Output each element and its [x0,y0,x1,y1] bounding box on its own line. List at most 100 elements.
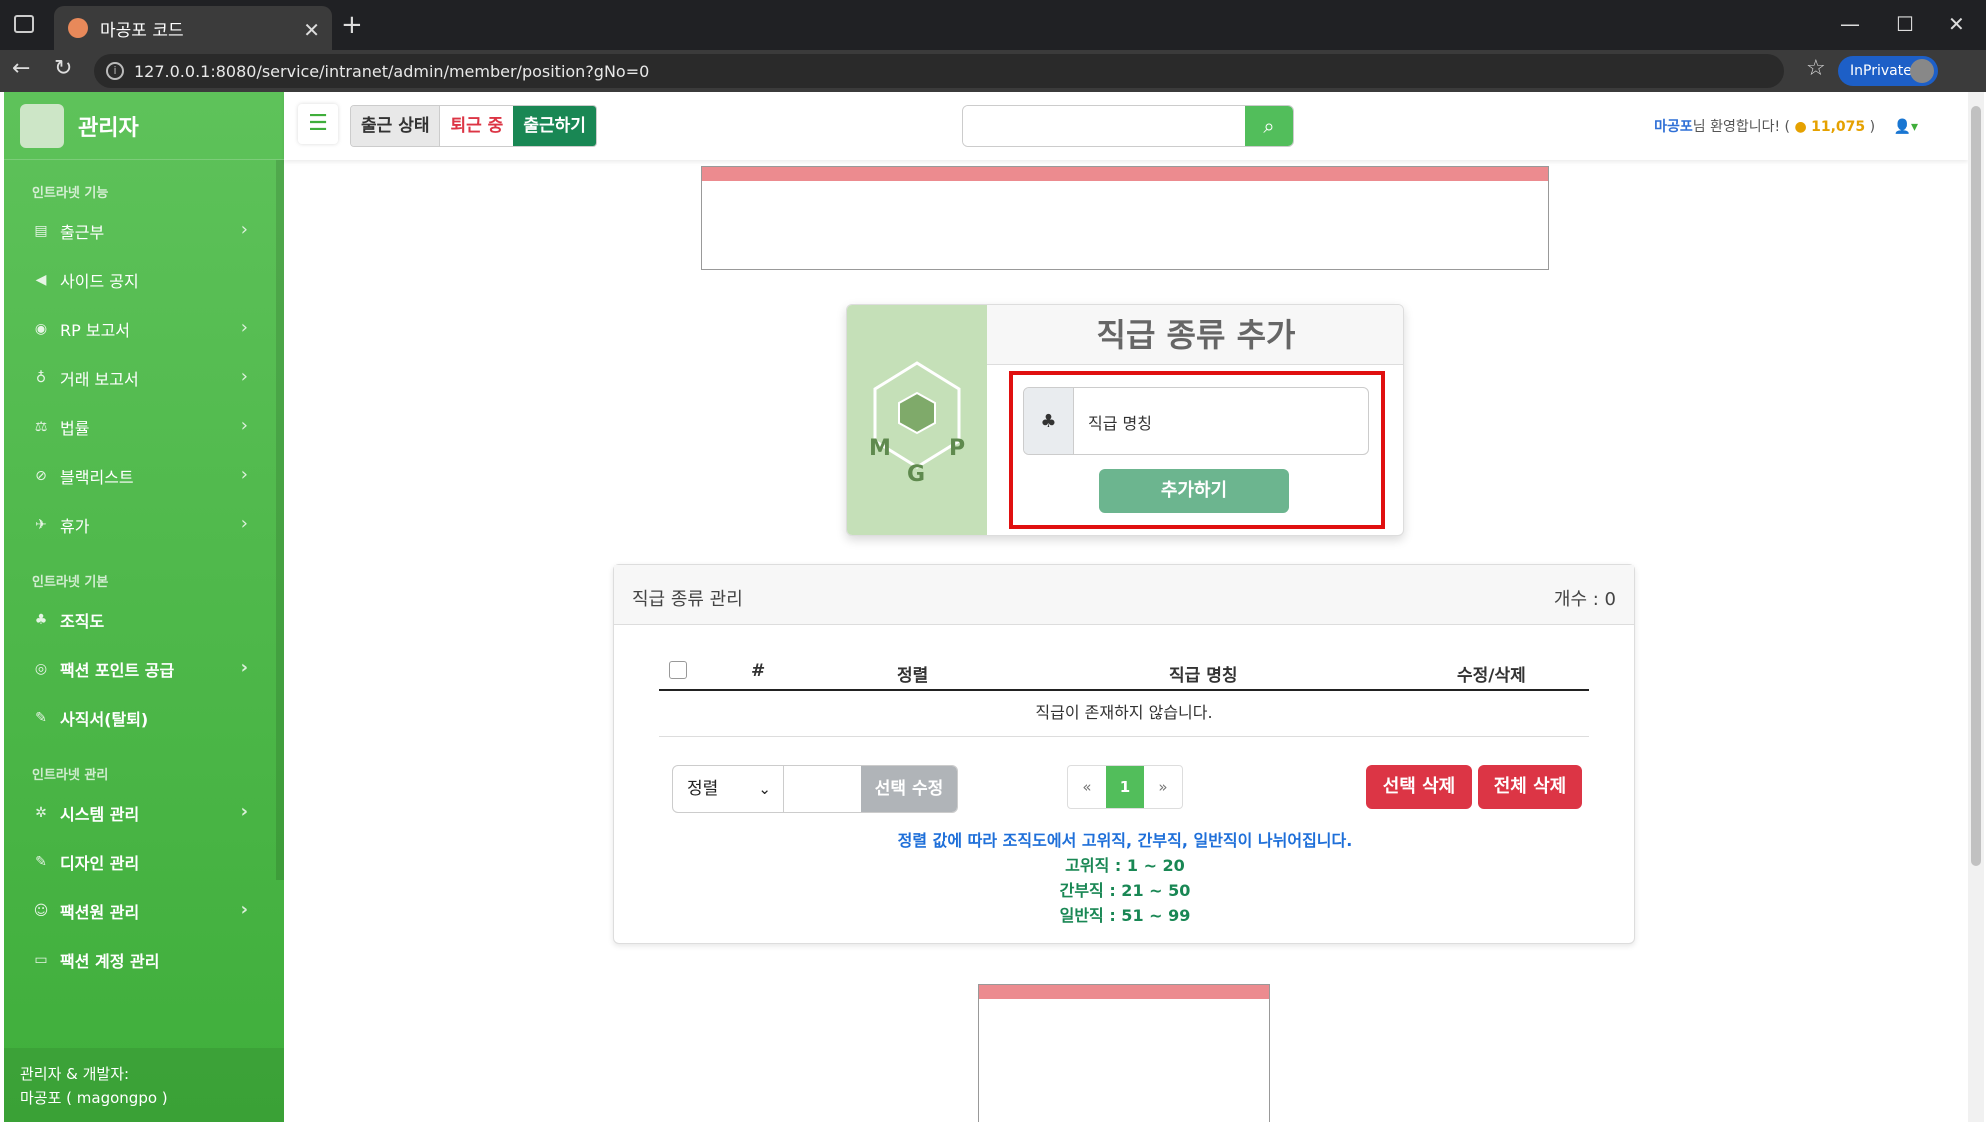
svg-text:G: G [907,462,925,487]
page-next[interactable]: » [1144,766,1182,808]
back-icon[interactable]: ← [12,56,30,81]
sort-value-input[interactable] [783,766,861,812]
select-all-checkbox[interactable] [669,661,687,679]
sidebar-item-items1-0[interactable]: ▤ 출근부 › [4,206,284,255]
sidebar-item-label: 법률 [60,418,90,438]
coins-icon: ◎ [34,660,48,677]
url-field[interactable]: i 127.0.0.1:8080/service/intranet/admin/… [94,54,1784,88]
close-tab-icon[interactable]: ✕ [303,18,320,42]
sidebar-item-items2-1[interactable]: ◎ 팩션 포인트 공급 › [4,644,284,693]
sidebar-item-items3-1[interactable]: ✎ 디자인 관리 [4,837,284,886]
sidebar-item-items1-5[interactable]: ⊘ 블랙리스트 › [4,451,284,500]
favorites-icon[interactable]: ☆ [1806,56,1826,81]
sidebar-item-label: 블랙리스트 [60,467,134,487]
search-box: ⌕ [962,105,1294,147]
page-1[interactable]: 1 [1106,766,1144,808]
chevron-right-icon: › [240,657,248,678]
section-heading-basic: 인트라넷 기본 [32,575,109,590]
url-text: 127.0.0.1:8080/service/intranet/admin/me… [134,61,650,81]
footer-credit-label: 관리자 & 개발자: [20,1065,130,1083]
sidebar-item-items1-1[interactable]: ◀ 사이드 공지 [4,255,284,304]
reload-icon[interactable]: ↻ [54,56,72,81]
search-button[interactable]: ⌕ [1245,106,1293,146]
section-heading-features: 인트라넷 기능 [32,186,109,201]
position-name-field[interactable]: ♣ 직급 명칭 [1023,387,1369,455]
checkin-button[interactable]: 출근하기 [513,106,596,146]
chevron-right-icon: › [240,415,248,436]
edit-selected-button[interactable]: 선택 수정 [861,766,957,812]
top-banner [701,166,1549,270]
sidebar-footer: 관리자 & 개발자: 마공포 ( magongpo ) [4,1048,284,1122]
sidebar-item-label: 팩션원 관리 [60,902,140,922]
sidebar-item-items1-2[interactable]: ◉ RP 보고서 › [4,304,284,353]
sidebar-item-items1-4[interactable]: ⚖ 법률 › [4,402,284,451]
sidebar-item-items1-3[interactable]: ♁ 거래 보고서 › [4,353,284,402]
add-position-card: M G P 직급 종류 추가 ♣ 직급 명칭 추가하기 [846,304,1404,536]
sidebar-brand[interactable]: 관리자 [4,92,284,160]
inprivate-badge[interactable]: InPrivate [1838,56,1938,86]
coins-icon: ● [1794,119,1807,135]
chevron-right-icon: › [240,464,248,485]
sort-note: 정렬 값에 따라 조직도에서 고위직, 간부직, 일반직이 나뉘어집니다. [897,831,1353,850]
close-window-icon[interactable]: ✕ [1948,12,1965,36]
inprivate-label: InPrivate [1850,63,1912,79]
col-edit-delete: 수정/삭제 [1457,666,1526,686]
sidebar-item-items2-0[interactable]: ♣ 조직도 [4,595,284,644]
sitemap-icon: ♣ [34,611,48,628]
sidebar-item-label: 팩션 포인트 공급 [60,660,175,680]
tab-sidebar-icon[interactable] [14,15,34,33]
chevron-down-icon: ⌄ [758,780,771,798]
sidebar-item-items3-3[interactable]: ▭ 팩션 계정 관리 [4,935,284,984]
page-prev[interactable]: « [1068,766,1106,808]
sidebar-item-label: 사이드 공지 [60,271,139,291]
welcome-close: ) [1869,119,1876,135]
site-info-icon[interactable]: i [106,62,124,80]
megaphone-icon: ◀ [35,271,47,288]
add-position-button[interactable]: 추가하기 [1099,469,1289,513]
section-heading-admin: 인트라넷 관리 [32,768,109,783]
id-card-icon: ▭ [34,951,48,968]
search-input[interactable] [963,106,1243,146]
maximize-icon[interactable]: ☐ [1896,12,1914,36]
tab-bar: 마공포 코드 ✕ + — ☐ ✕ [0,0,1986,50]
page-scrollbar[interactable] [1968,92,1984,1122]
attendance-status-value: 퇴근 중 [439,106,514,146]
svg-text:P: P [949,436,965,461]
brush-icon: ✎ [35,853,47,870]
points-value: 11,075 [1811,119,1866,135]
scrollbar-thumb[interactable] [1971,106,1981,866]
user-gear-icon: ☺ [33,902,49,919]
sort-select[interactable]: 정렬 ⌄ [673,766,783,812]
chevron-right-icon: › [240,899,248,920]
browser-tab[interactable]: 마공포 코드 ✕ [54,6,332,50]
sidebar-item-items3-0[interactable]: ✲ 시스템 관리 › [4,788,284,837]
sidebar-item-label: 디자인 관리 [60,853,140,873]
footer-credit-name: 마공포 ( magongpo ) [20,1089,168,1107]
attendance-status-label: 출근 상태 [351,106,440,146]
delete-selected-button[interactable]: 선택 삭제 [1366,765,1472,809]
sidebar-item-label: 거래 보고서 [60,369,139,389]
sidebar-item-items1-6[interactable]: ✈ 휴가 › [4,500,284,549]
col-sort: 정렬 [897,666,929,686]
bottom-banner [978,984,1270,1122]
plane-icon: ✈ [35,516,47,533]
minimize-icon[interactable]: — [1840,12,1860,36]
sidebar-item-items3-2[interactable]: ☺ 팩션원 관리 › [4,886,284,935]
menu-toggle-button[interactable]: ☰ [298,104,338,144]
sort-select-value: 정렬 [687,779,719,799]
page-viewport: 관리자 인트라넷 기능 ▤ 출근부 › ◀ 사이드 공지 ◉ RP 보고서 › ♁ 거래 보고서 ›… [4,92,1984,1122]
card-logo-image: M G P [847,305,987,535]
user-menu-icon[interactable]: 👤▾ [1894,119,1918,135]
address-bar: ← ↻ i 127.0.0.1:8080/service/intranet/ad… [0,50,1986,92]
new-tab-icon[interactable]: + [341,10,363,40]
sidebar-item-items2-2[interactable]: ✎ 사직서(탈퇴) [4,693,284,742]
note-low-rank: 일반직 : 51 ~ 99 [1059,906,1191,925]
sidebar: 관리자 인트라넷 기능 ▤ 출근부 › ◀ 사이드 공지 ◉ RP 보고서 › ♁ 거래 보고서 ›… [4,92,284,1122]
chevron-right-icon: › [240,366,248,387]
add-card-title: 직급 종류 추가 [987,305,1403,365]
positions-table: # 정렬 직급 명칭 수정/삭제 직급이 존재하지 않습니다. [659,649,1589,737]
delete-all-button[interactable]: 전체 삭제 [1478,765,1582,809]
banner-bar [979,985,1269,999]
bulk-edit-group: 정렬 ⌄ 선택 수정 [672,765,958,813]
moneybag-icon: ♁ [35,369,47,386]
